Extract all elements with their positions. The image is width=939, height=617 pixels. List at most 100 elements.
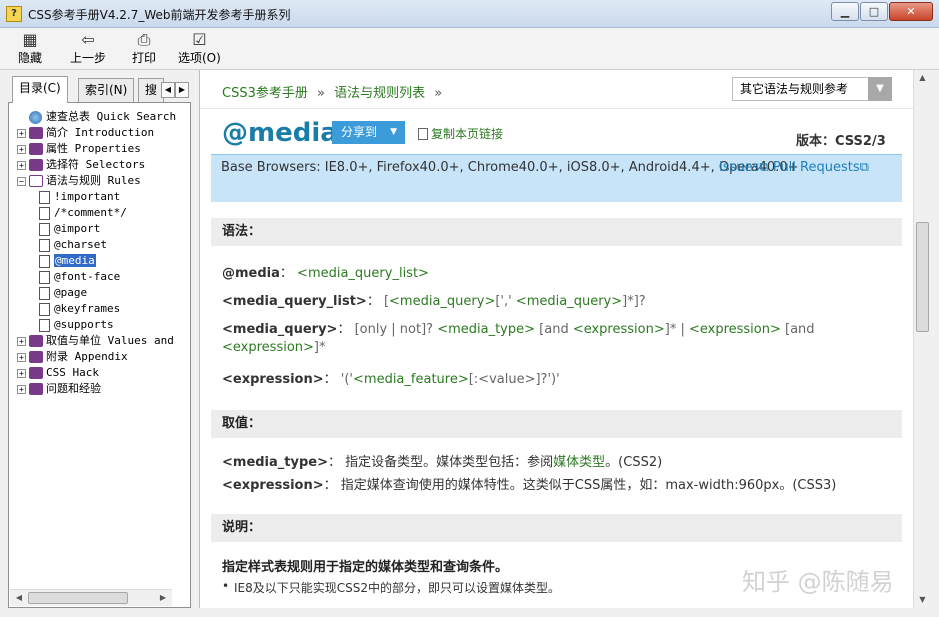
back-button[interactable]: ⇦ 上一步 (70, 31, 106, 66)
maximize-button[interactable]: □ (860, 2, 888, 21)
tree-item-label: /*comment*/ (54, 206, 127, 219)
description-bullet: IE8及以下只能实现CSS2中的部分，即只可以设置媒体类型。 (222, 579, 560, 596)
tree-item[interactable]: @media (17, 253, 180, 269)
print-button[interactable]: ⎙ 打印 (132, 31, 156, 66)
tree-item-label: 选择符 Selectors (46, 158, 146, 171)
collapse-icon[interactable]: − (17, 176, 26, 186)
tree-item-label: 问题和经验 (46, 382, 101, 395)
description-heading: 说明： (211, 514, 902, 542)
syntax-line-media: @media： <media_query_list> (222, 266, 429, 281)
content-pane: CSS3参考手册 » 语法与规则列表 » 其它语法与规则参考 ▼ @media … (199, 70, 913, 608)
tree-item[interactable]: + 属性 Properties (17, 141, 180, 157)
media-types-link[interactable]: 媒体类型 (553, 455, 605, 470)
window-title: CSS参考手册V4.2.7_Web前端开发参考手册系列 (28, 8, 291, 22)
page-icon (39, 270, 50, 284)
tab-scroll-right-icon[interactable]: ▶ (175, 82, 189, 98)
print-label: 打印 (132, 51, 157, 65)
hide-button[interactable]: ▦ 隐藏 (18, 31, 42, 66)
tab-scroll-left-icon[interactable]: ◀ (161, 82, 175, 98)
scroll-up-icon[interactable]: ▲ (915, 70, 930, 86)
tree-item[interactable]: + 取值与单位 Values and (17, 333, 180, 349)
expand-icon[interactable]: + (17, 368, 26, 378)
expression-link[interactable]: <expression> (573, 322, 665, 337)
tree-item[interactable]: @charset (17, 237, 180, 253)
description-summary: 指定样式表规则用于指定的媒体类型和查询条件。 (222, 560, 509, 575)
scroll-left-icon[interactable]: ◀ (12, 592, 26, 604)
version-label: 版本：CSS2/3 (796, 134, 886, 149)
scroll-down-icon[interactable]: ▼ (915, 592, 930, 608)
expression-link[interactable]: <expression> (222, 340, 314, 355)
other-rules-label: 其它语法与规则参考 (740, 82, 849, 96)
options-label: 选项(O) (178, 51, 221, 65)
tree-item[interactable]: @keyframes (17, 301, 180, 317)
tree-item[interactable]: @font-face (17, 269, 180, 285)
share-button[interactable]: 分享到 ▼ (332, 121, 405, 144)
tree-item[interactable]: + 简介 Introduction (17, 125, 180, 141)
copy-link-button[interactable]: 复制本页链接 (418, 125, 503, 142)
tree-item-label: 属性 Properties (46, 142, 141, 155)
media-query-link[interactable]: <media_query> (516, 294, 622, 309)
book-icon (29, 335, 43, 347)
tree-item[interactable]: + 附录 Appendix (17, 349, 180, 365)
tab-contents[interactable]: 目录(C) (12, 76, 68, 103)
tree-item-label: @font-face (54, 270, 121, 283)
divider (200, 108, 913, 109)
page-icon (39, 206, 50, 220)
tree-item[interactable]: − 语法与规则 Rules (17, 173, 180, 189)
minimize-button[interactable]: ▁ (831, 2, 859, 21)
tree-item[interactable]: + 选择符 Selectors (17, 157, 180, 173)
open-book-icon (29, 175, 43, 187)
tree-item-label: CSS Hack (46, 366, 99, 379)
breadcrumb-separator: » (317, 86, 325, 101)
share-label: 分享到 (341, 125, 378, 139)
tree-item-label: 简介 Introduction (46, 126, 155, 139)
other-rules-select[interactable]: 其它语法与规则参考 ▼ (732, 77, 892, 101)
chevron-down-icon[interactable]: ▼ (868, 77, 892, 101)
tree-item-label: 取值与单位 Values and (46, 334, 174, 347)
options-icon: ☑ (192, 30, 207, 49)
tree-item[interactable]: @import (17, 221, 180, 237)
book-icon (29, 159, 43, 171)
tree-item[interactable]: @page (17, 285, 180, 301)
breadcrumb-css3[interactable]: CSS3参考手册 (222, 86, 308, 101)
close-button[interactable]: ✕ (889, 2, 933, 21)
document-icon (418, 128, 428, 140)
breadcrumb-separator: » (434, 86, 443, 101)
scroll-thumb[interactable] (28, 592, 128, 604)
tree-item[interactable]: @supports (17, 317, 180, 333)
book-icon (29, 127, 43, 139)
media-type-link[interactable]: <media_type> (437, 322, 535, 337)
issues-link[interactable]: Issues (719, 160, 759, 175)
tree-item-label: !important (54, 190, 121, 203)
scroll-right-icon[interactable]: ▶ (156, 592, 170, 604)
syntax-heading: 语法： (211, 218, 902, 246)
media-query-link[interactable]: <media_query> (389, 294, 495, 309)
media-query-list-link[interactable]: <media_query_list> (297, 266, 429, 281)
book-icon (29, 367, 43, 379)
tree-item[interactable]: + CSS Hack (17, 365, 180, 381)
tree-horizontal-scrollbar[interactable]: ◀ ▶ (10, 589, 172, 606)
value-expression: <expression>： 指定媒体查询使用的媒体特性。这类似于CSS属性，如：… (222, 478, 837, 493)
tree-item[interactable]: !important (17, 189, 180, 205)
book-icon (29, 351, 43, 363)
pull-requests-link[interactable]: Pull Requests (773, 160, 860, 175)
expand-icon[interactable]: + (17, 336, 26, 346)
media-feature-link[interactable]: <media_feature> (353, 372, 469, 387)
breadcrumb-rules[interactable]: 语法与规则列表 (334, 86, 425, 101)
external-link-icon: ⧉ (859, 160, 869, 175)
expression-link[interactable]: <expression> (689, 322, 781, 337)
tree-item[interactable]: + 问题和经验 (17, 381, 180, 397)
expand-icon[interactable]: + (17, 384, 26, 394)
back-label: 上一步 (70, 51, 107, 65)
tab-index[interactable]: 索引(N) (78, 78, 135, 102)
expand-icon[interactable]: + (17, 144, 26, 154)
expand-icon[interactable]: + (17, 128, 26, 138)
tree-item[interactable]: 速查总表 Quick Search (17, 109, 180, 125)
expand-icon[interactable]: + (17, 352, 26, 362)
expand-icon[interactable]: + (17, 160, 26, 170)
content-vertical-scrollbar[interactable]: ▲ ▼ (913, 70, 931, 608)
page-icon (39, 238, 50, 252)
tree-item[interactable]: /*comment*/ (17, 205, 180, 221)
scroll-thumb[interactable] (916, 222, 929, 332)
options-button[interactable]: ☑ 选项(O) (178, 31, 221, 66)
